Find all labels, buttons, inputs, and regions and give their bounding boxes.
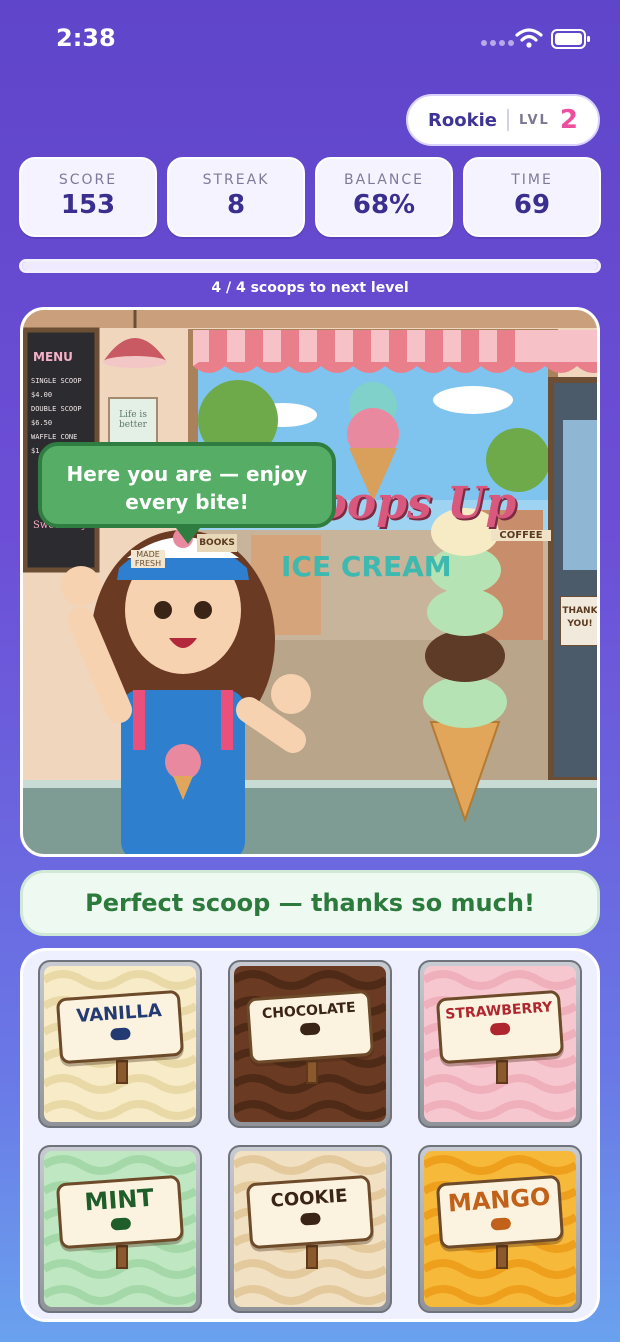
stat-label: TIME [511,172,553,188]
sign-post [306,1060,318,1084]
stat-value: 153 [60,190,116,220]
door-thank-you-sign: THANK YOU! [560,596,597,646]
chocolate-icon [299,1022,321,1036]
vanilla-icon [110,1027,131,1041]
flavor-sign: MANGO [435,1174,565,1250]
rank-label: Rookie [428,109,497,131]
wifi-icon [515,28,543,48]
stat-label: SCORE [58,172,118,188]
menu-item: DOUBLE SCOOP $6.50 [31,405,82,427]
flavor-sign: STRAWBERRY [435,989,565,1065]
stat-score: SCORE 153 [19,157,157,237]
shop-sign-sub: ICE CREAM [281,550,452,583]
sign-post [116,1060,128,1084]
stat-label: STREAK [202,172,270,188]
menu-item: SINGLE SCOOP $4.00 [31,377,82,399]
mango-icon [490,1217,512,1231]
flavor-name: CHOCOLATE [261,999,357,1023]
level-progress-fill [22,262,598,270]
sign-post [306,1245,318,1269]
poster-text: Life is better [119,410,147,430]
level-badge: Rookie LVL 2 [406,94,600,146]
stat-streak: STREAK 8 [167,157,305,237]
flavor-name: MANGO [446,1182,552,1218]
status-bar: 2:38 [0,0,620,80]
flavor-tub-strawberry[interactable]: STRAWBERRY [418,960,582,1128]
flavor-name: VANILLA [75,1000,163,1027]
flavor-name: STRAWBERRY [444,999,553,1023]
flavor-tub-mango[interactable]: MANGO [418,1145,582,1313]
flavor-sign: CHOCOLATE [245,989,375,1065]
strawberry-icon [489,1022,511,1036]
ice-cream-surface: COOKIE [234,1151,386,1307]
flavor-tub-cookie[interactable]: COOKIE [228,1145,392,1313]
level-label: LVL [519,112,550,128]
flavor-name: COOKIE [270,1185,349,1212]
flavor-tub-vanilla[interactable]: VANILLA [38,960,202,1128]
cellular-signal-icon [481,40,517,48]
ice-cream-surface: STRAWBERRY [424,966,576,1122]
sign-post [496,1245,508,1269]
sign-post [116,1245,128,1269]
stat-value: 68% [352,190,416,220]
level-progress-bar [19,259,601,273]
stat-time: TIME 69 [463,157,601,237]
ice-cream-surface: MANGO [424,1151,576,1307]
level-value: 2 [559,105,578,135]
flavor-sign: COOKIE [245,1174,375,1250]
speech-bubble-tail [176,528,200,544]
flavor-tub-chocolate[interactable]: CHOCOLATE [228,960,392,1128]
flavor-tub-mint[interactable]: MINT [38,1145,202,1313]
progress-caption: 4 / 4 scoops to next level [211,280,409,296]
pill-divider [507,109,509,131]
books-sign: BOOKS [197,534,237,552]
flavor-sign: MINT [55,1174,185,1250]
battery-icon [551,29,590,49]
game-scene: MENU SINGLE SCOOP $4.00 DOUBLE SCOOP $6.… [20,307,600,857]
menu-title: MENU [33,350,73,364]
shop-illustration [23,310,597,854]
status-time: 2:38 [56,24,116,52]
made-fresh-sign: MADE FRESH [131,550,165,568]
ice-cream-surface: VANILLA [44,966,196,1122]
cookie-icon [300,1212,321,1226]
stat-value: 69 [513,190,551,220]
coffee-sign: COFFEE [491,530,551,541]
stat-balance: BALANCE 68% [315,157,453,237]
stat-label: BALANCE [344,172,424,188]
ice-cream-surface: CHOCOLATE [234,966,386,1122]
flavor-sign: VANILLA [55,989,185,1065]
customer-speech-bubble: Here you are — enjoy every bite! [38,442,336,528]
feedback-banner: Perfect scoop — thanks so much! [20,870,600,936]
ice-cream-surface: MINT [44,1151,196,1307]
flavor-name: MINT [83,1183,155,1217]
stat-value: 8 [226,190,246,220]
mint-icon [110,1217,132,1231]
sign-post [496,1060,508,1084]
